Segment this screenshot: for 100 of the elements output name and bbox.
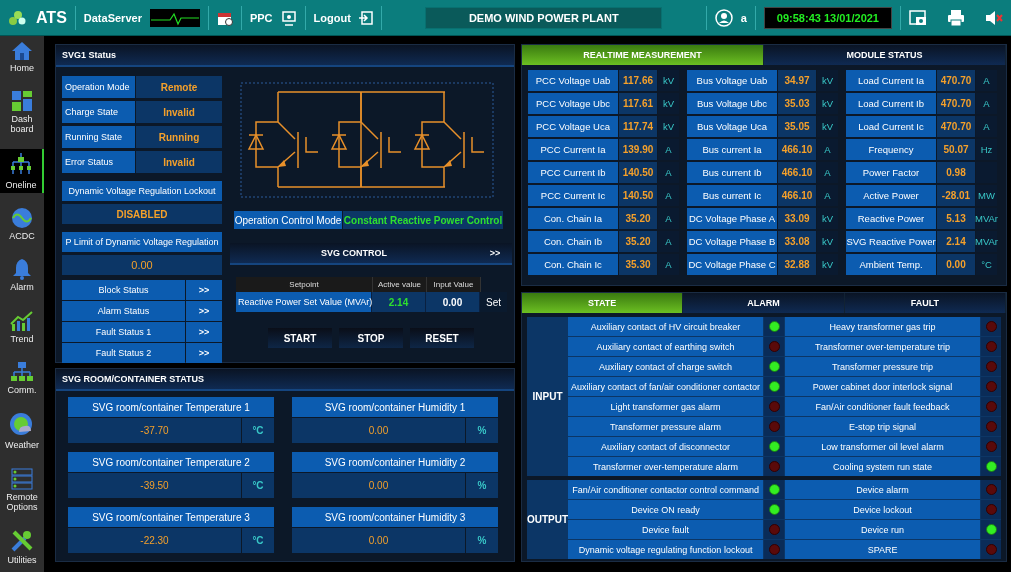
measurement-label: Con. Chain Ia: [528, 208, 618, 229]
logout-button[interactable]: Logout: [313, 11, 351, 24]
measurement-label: Reactive Power: [846, 208, 936, 229]
measurement-unit: A: [976, 116, 997, 137]
measurement-label: Power Factor: [846, 162, 936, 183]
signal-label: Low transformer oil level alarm: [785, 437, 980, 456]
status-value: Remote: [136, 76, 222, 98]
lockout-label: Dynamic Voltage Regulation Lockout: [62, 181, 222, 201]
nav-item[interactable]: Alarm: [0, 255, 44, 296]
status-label: Error Status: [62, 151, 135, 173]
measurement-value: 0.00: [937, 254, 975, 275]
nav-item[interactable]: Oneline: [0, 148, 44, 193]
monitor-icon[interactable]: [280, 9, 297, 26]
signal-label: Transformer over-temperature trip: [785, 337, 980, 356]
tab[interactable]: MODULE STATUS: [764, 45, 1006, 65]
measurement-label: DC Voltage Phase A: [687, 208, 777, 229]
measurement-value: 5.13: [937, 208, 975, 229]
measurement-label: Ambient Temp.: [846, 254, 936, 275]
nav-item[interactable]: Trend: [0, 306, 44, 347]
input-field[interactable]: 0.00: [426, 292, 480, 312]
control-button[interactable]: RESET: [410, 328, 474, 348]
measurement-value: 140.50: [619, 162, 657, 183]
mute-icon[interactable]: [985, 9, 1003, 26]
signal-label: Transformer over-temperature alarm: [568, 457, 763, 476]
status-value: Invalid: [136, 151, 222, 173]
signal-label: Device alarm: [785, 480, 981, 499]
sensor-label: SVG room/container Temperature 1: [68, 397, 274, 417]
measurement-value: 33.08: [778, 231, 816, 252]
signal-label: Dynamic voltage regulating function lockout: [568, 540, 764, 559]
measurement-unit: A: [817, 162, 838, 183]
control-mode-label: Operation Control Mode: [234, 211, 342, 229]
ppc-button[interactable]: PPC: [249, 11, 273, 24]
nav-item[interactable]: Weather: [0, 409, 44, 454]
signal-label: Light transformer gas alarm: [568, 397, 763, 416]
signal-label: Cooling system run state: [785, 457, 980, 476]
status-link-button[interactable]: Fault Status 2: [62, 343, 185, 363]
pulse-icon: [149, 8, 200, 27]
nav-item[interactable]: Utilities: [0, 525, 44, 568]
user-name: a: [740, 11, 747, 24]
signal-label: Heavy transformer gas trip: [785, 317, 980, 336]
status-link-button[interactable]: Alarm Status: [62, 301, 185, 321]
status-link-button[interactable]: Fault Status 1: [62, 322, 185, 342]
signal-label: Power cabinet door interlock signal: [785, 377, 980, 396]
sensor-unit: °C: [242, 473, 274, 498]
sensor-unit: °C: [242, 528, 274, 553]
control-button[interactable]: STOP: [339, 328, 403, 348]
lockout-value: DISABLED: [62, 204, 222, 224]
tools-icon: [10, 528, 34, 553]
server-icon: [11, 467, 33, 490]
measurement-value: 32.88: [778, 254, 816, 275]
sensor-label: SVG room/container Temperature 2: [68, 452, 274, 472]
server-label: DataServer: [83, 11, 142, 24]
active-value: 2.14: [372, 292, 426, 312]
nav-item[interactable]: Home: [0, 38, 44, 76]
measurement-label: Bus current Ia: [687, 139, 777, 160]
measurement-value: 117.66: [619, 70, 657, 91]
nav-item[interactable]: Remote Options: [0, 464, 44, 515]
sensor-label: SVG room/container Humidity 3: [292, 507, 498, 527]
signal-label: Transformer pressure trip: [785, 357, 980, 376]
signal-label: Auxiliary contact of HV circuit breaker: [568, 317, 763, 336]
nav-item[interactable]: ACDC: [0, 204, 44, 244]
logout-icon[interactable]: [358, 10, 373, 25]
measurement-value: 33.09: [778, 208, 816, 229]
p-limit-label: P Limit of Dynamic Voltage Regulation: [62, 232, 222, 252]
control-button[interactable]: START: [268, 328, 332, 348]
open-button[interactable]: >>: [186, 301, 222, 321]
measurement-unit: A: [976, 93, 997, 114]
open-button[interactable]: >>: [186, 280, 222, 300]
set-button[interactable]: Set: [480, 292, 507, 312]
measurement-unit: Hz: [976, 139, 997, 160]
signal-label: E-stop trip signal: [785, 417, 980, 436]
printer-icon[interactable]: [947, 9, 965, 26]
p-limit-value: 0.00: [62, 255, 222, 275]
open-button[interactable]: >>: [186, 322, 222, 342]
measurement-label: Frequency: [846, 139, 936, 160]
measurement-value: 466.10: [778, 139, 816, 160]
measurement-label: PCC Current Ia: [528, 139, 618, 160]
screenshot-icon[interactable]: [909, 9, 927, 26]
nav-item[interactable]: Dash board: [0, 87, 44, 138]
sensor-unit: °C: [242, 418, 274, 443]
measurement-unit: A: [976, 70, 997, 91]
bell-icon: [12, 258, 32, 281]
measurement-unit: A: [817, 185, 838, 206]
open-button[interactable]: >>: [478, 248, 512, 258]
status-label: Operation Mode: [62, 76, 135, 98]
sensor-unit: %: [466, 473, 498, 498]
measurement-unit: °C: [976, 254, 997, 275]
open-button[interactable]: >>: [186, 343, 222, 363]
status-value: Running: [136, 126, 222, 148]
user-icon[interactable]: [714, 8, 733, 27]
measurement-unit: kV: [658, 116, 679, 137]
measurement-label: Bus current Ic: [687, 185, 777, 206]
measurement-unit: A: [658, 185, 679, 206]
measurement-value: 0.98: [937, 162, 975, 183]
measurement-label: Con. Chain Ic: [528, 254, 618, 275]
measurement-label: Load Current Ic: [846, 116, 936, 137]
tab[interactable]: ALARM: [683, 293, 845, 313]
nav-item[interactable]: Comm.: [0, 357, 44, 398]
status-link-button[interactable]: Block Status: [62, 280, 185, 300]
tab[interactable]: FAULT: [844, 293, 1006, 313]
